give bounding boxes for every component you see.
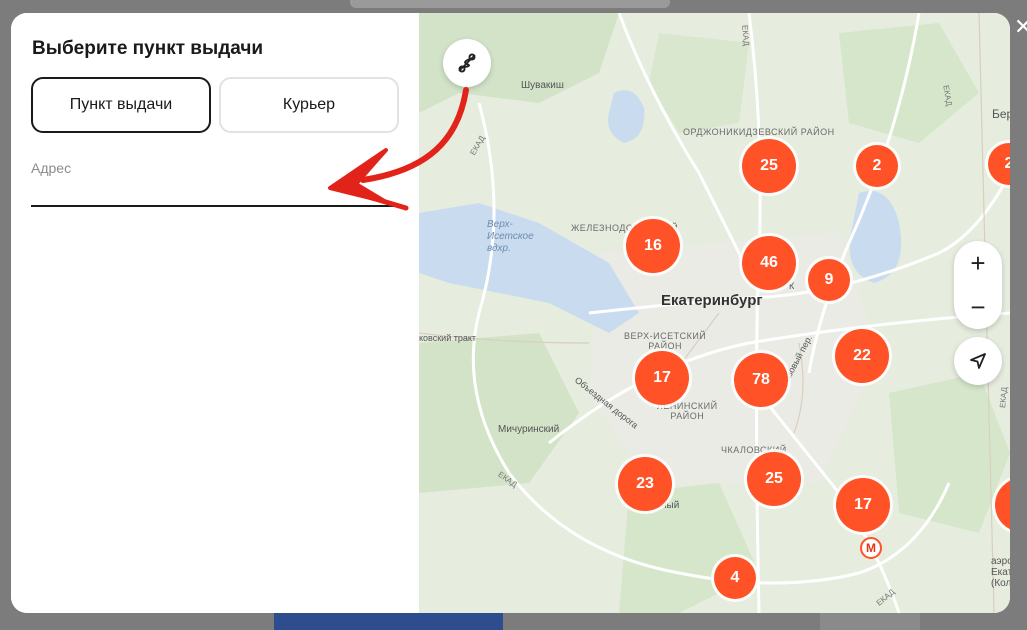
cluster-center[interactable]: 78 <box>734 353 788 407</box>
cluster-zheleznodor[interactable]: 16 <box>626 219 680 273</box>
zoom-out-icon: − <box>970 291 986 322</box>
cluster-center-east[interactable]: 9 <box>808 259 850 301</box>
background-product-card <box>274 612 503 630</box>
map-label-ordzhonikidze: ОРДЖОНИКИДЗЕВСКИЙ РАЙОН <box>683 127 835 137</box>
modal-title: Выберите пункт выдачи <box>32 38 264 59</box>
map-label-ekad-6: ЕКАД <box>998 386 1009 409</box>
zoom-control: + − <box>954 241 1002 329</box>
background-pager-dots-2 <box>622 624 652 630</box>
map-label-ber: Бер <box>992 107 1010 121</box>
map-base-layer <box>419 13 1010 613</box>
red-arrow-annotation <box>328 87 469 211</box>
background-product-card-2 <box>820 612 920 630</box>
cluster-northeast[interactable]: 2 <box>856 145 898 187</box>
cluster-southwest[interactable]: 23 <box>618 457 672 511</box>
cluster-south[interactable]: 4 <box>714 557 756 599</box>
background-strip <box>350 0 670 8</box>
map-label-kl: К <box>789 281 795 291</box>
map-label-michurinsky: Мичуринский <box>498 424 560 435</box>
map-label-moskovsky: ковский тракт <box>419 333 477 343</box>
zoom-out-button[interactable]: − <box>954 285 1002 329</box>
zoom-in-icon: + <box>970 247 986 278</box>
map-label-reservoir: Верх- Исетское вдхр. <box>487 219 534 254</box>
cluster-east[interactable]: 22 <box>835 329 889 383</box>
map-label-ekad-2: ЕКАД <box>740 24 751 47</box>
cluster-chkalovsky[interactable]: 25 <box>747 452 801 506</box>
cluster-southeast[interactable]: 17 <box>836 478 890 532</box>
locate-button[interactable] <box>954 337 1002 385</box>
metro-station-marker[interactable]: М <box>860 537 882 559</box>
background-pager-dots <box>128 624 158 630</box>
pickup-point-modal: Выберите пункт выдачи Пункт выдачи Курье… <box>11 13 1010 613</box>
cluster-verkh-isetsky[interactable]: 17 <box>635 351 689 405</box>
map-label-verkh-isetsky: ВЕРХ-ИСЕТСКИЙ РАЙОН <box>624 331 707 351</box>
map-label-city: Екатеринбург <box>661 292 763 309</box>
tab-pickup-point[interactable]: Пункт выдачи <box>31 77 211 133</box>
map-label-airport: аэро Екатер (Кольц <box>991 556 1010 589</box>
map[interactable]: Шувакиш ОРДЖОНИКИДЗЕВСКИЙ РАЙОН ЖЕЛЕЗНОД… <box>419 13 1010 613</box>
locate-icon <box>970 353 986 369</box>
cluster-ordzhonikidze[interactable]: 25 <box>742 139 796 193</box>
route-icon <box>458 53 476 73</box>
map-label-shuvakish: Шувакиш <box>521 80 564 91</box>
zoom-in-button[interactable]: + <box>954 241 1002 285</box>
close-button[interactable]: ✕ <box>1014 14 1027 40</box>
close-icon: ✕ <box>1014 14 1027 39</box>
cluster-center-north[interactable]: 46 <box>742 236 796 290</box>
address-label: Адрес <box>31 160 72 176</box>
